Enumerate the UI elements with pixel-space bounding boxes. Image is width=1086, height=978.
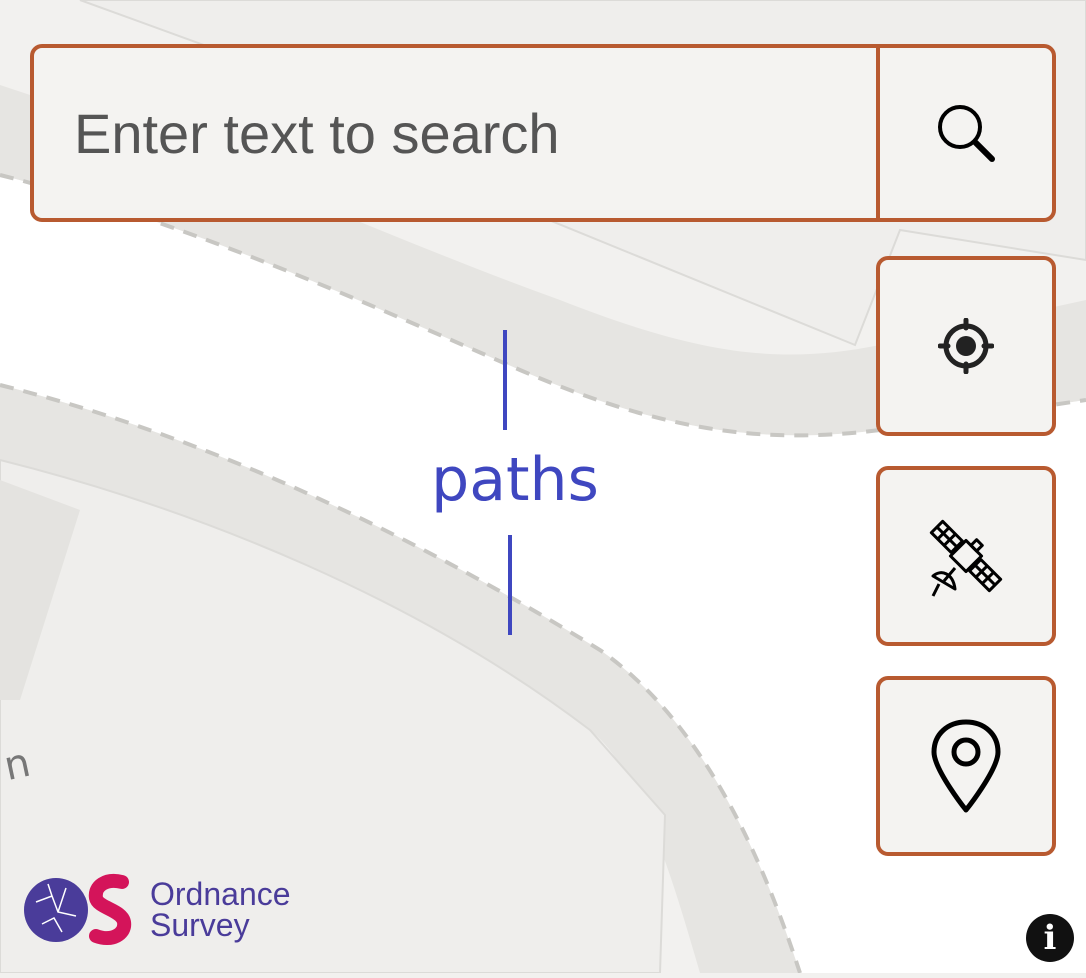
path-label: paths: [431, 445, 599, 515]
add-marker-button[interactable]: [876, 676, 1056, 856]
os-wordmark: Ordnance Survey: [150, 876, 291, 943]
locate-me-button[interactable]: [876, 256, 1056, 436]
satellite-view-button[interactable]: [876, 466, 1056, 646]
map-pin-icon: [931, 719, 1001, 813]
search-bar: [30, 44, 1056, 222]
info-button[interactable]: i: [1026, 914, 1074, 962]
info-icon: i: [1043, 918, 1057, 958]
os-wordmark-line2: Survey: [150, 907, 250, 943]
search-icon: [938, 105, 995, 162]
os-wordmark-line1: Ordnance: [150, 876, 291, 912]
os-logo-icon: [24, 874, 132, 946]
satellite-icon: [929, 519, 1003, 597]
crosshair-icon: [938, 318, 994, 374]
search-button[interactable]: [876, 48, 1052, 218]
search-input[interactable]: [34, 48, 876, 218]
ordnance-survey-logo: Ordnance Survey: [22, 872, 291, 948]
